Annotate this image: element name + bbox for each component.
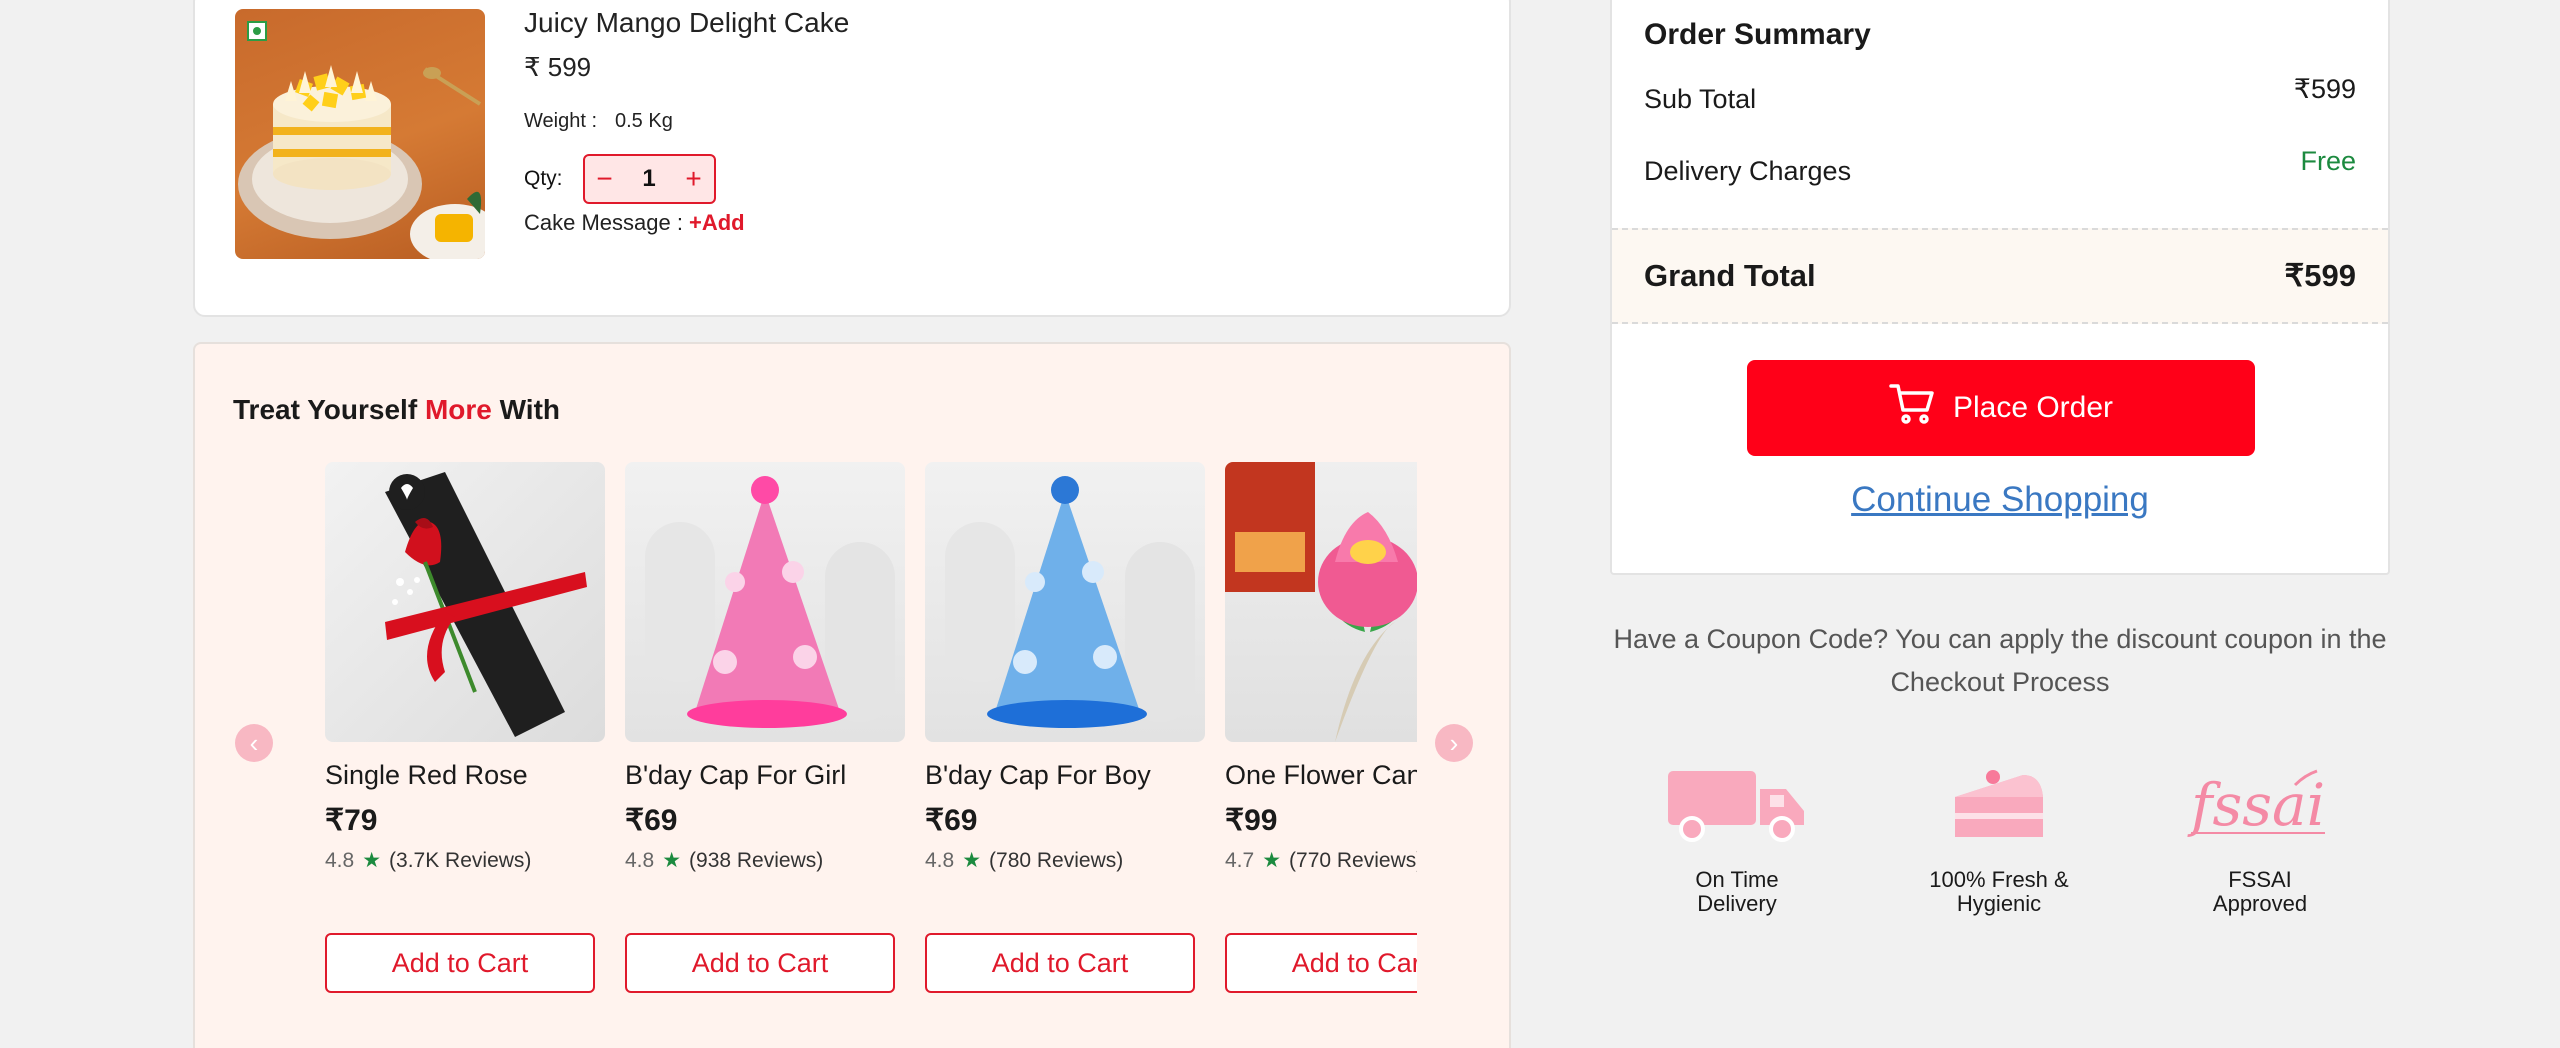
weight-value: 0.5 Kg [615, 110, 673, 132]
product-name[interactable]: B'day Cap For Boy [925, 760, 1205, 791]
add-to-cart-button[interactable]: Add to Cart [325, 933, 595, 993]
cart-icon [1889, 382, 1935, 434]
cart-item-price: ₹ 599 [524, 52, 592, 82]
weight-label: Weight : [524, 110, 597, 132]
add-to-cart-button[interactable]: Add to Cart [1225, 933, 1417, 993]
review-count: (3.7K Reviews) [389, 849, 532, 872]
delivery-value: Free [2300, 146, 2356, 176]
treat-title-suffix: With [499, 394, 561, 425]
cart-item-weight: Weight : 0.5 Kg [524, 110, 673, 133]
product-name[interactable]: One Flower Candle [1225, 760, 1417, 791]
product-price: ₹69 [925, 804, 978, 837]
cake-message-add-link[interactable]: +Add [689, 210, 745, 235]
rating-value: 4.8 [325, 849, 355, 872]
product-price: ₹99 [1225, 804, 1278, 837]
cake-slice-icon [1899, 760, 2099, 850]
delivery-label: Delivery Charges [1644, 156, 1852, 186]
product-card[interactable]: B'day Cap For Girl ₹69 4.8 ★ (938 Reviews)… [625, 462, 905, 993]
rating-value: 4.8 [625, 849, 655, 872]
cake-message-row: Cake Message : +Add [524, 210, 745, 236]
cart-item-card: Juicy Mango Delight Cake ₹ 599 Weight : 0… [193, 0, 1511, 317]
quantity-stepper: − 1 + [582, 154, 716, 204]
product-price: ₹69 [625, 804, 678, 837]
place-order-label: Place Order [1952, 391, 2114, 424]
product-image-cap-boy[interactable] [925, 462, 1205, 742]
order-summary-card: Order Summary Sub Total ₹599 Delivery Ch… [1610, 0, 2390, 575]
star-icon: ★ [1262, 849, 1282, 872]
cart-item-title[interactable]: Juicy Mango Delight Cake [524, 7, 849, 39]
feature-fssai: fssai FSSAI Approved [2160, 760, 2360, 916]
carousel-prev-button[interactable]: ‹ [235, 724, 273, 762]
qty-increment-button[interactable]: + [674, 156, 714, 202]
cake-image[interactable] [235, 9, 485, 259]
product-carousel: Single Red Rose ₹79 4.8 ★ (3.7K Reviews) A… [295, 462, 1417, 1022]
review-count: (770 Reviews) [1289, 849, 1417, 872]
subtotal-label: Sub Total [1644, 84, 1757, 114]
feature-fresh-line2: Hygienic [1956, 891, 2042, 916]
product-rating: 4.7 ★ (770 Reviews) [1225, 848, 1417, 873]
qty-label: Qty: [524, 167, 563, 190]
grand-total-value: ₹599 [2284, 258, 2356, 293]
product-image-cap-girl[interactable] [625, 462, 905, 742]
feature-fssai-line1: FSSAI [2228, 867, 2292, 892]
feature-delivery-line1: On Time [1695, 867, 1779, 892]
cake-message-label: Cake Message : [524, 210, 683, 235]
veg-mark-icon [247, 21, 267, 41]
coupon-info-text: Have a Coupon Code? You can apply the di… [1613, 624, 2387, 697]
product-rating: 4.8 ★ (3.7K Reviews) [325, 848, 605, 873]
quantity-row: Qty: − 1 + [524, 154, 716, 204]
truck-icon [1637, 760, 1837, 850]
add-to-cart-button[interactable]: Add to Cart [625, 933, 895, 993]
carousel-next-button[interactable]: › [1435, 724, 1473, 762]
review-count: (780 Reviews) [989, 849, 1124, 872]
star-icon: ★ [662, 849, 682, 872]
add-to-cart-button[interactable]: Add to Cart [925, 933, 1195, 993]
feature-fssai-line2: Approved [2212, 891, 2308, 916]
feature-fresh: 100% Fresh & Hygienic [1899, 760, 2099, 916]
product-rating: 4.8 ★ (780 Reviews) [925, 848, 1205, 873]
product-image-flower-candle[interactable] [1225, 462, 1417, 742]
place-order-button[interactable]: Place Order [1747, 360, 2255, 456]
rating-value: 4.7 [1225, 849, 1255, 872]
delivery-row: Delivery Charges Free [1644, 146, 2356, 187]
product-name[interactable]: B'day Cap For Girl [625, 760, 905, 791]
product-rating: 4.8 ★ (938 Reviews) [625, 848, 905, 873]
subtotal-value: ₹599 [2293, 74, 2356, 104]
star-icon: ★ [962, 849, 982, 872]
feature-delivery: On Time Delivery [1637, 760, 1837, 916]
product-card[interactable]: One Flower Candle ₹99 4.7★(770 Reviews) … [1225, 462, 1417, 993]
treat-section-title: Treat Yourself More With [233, 394, 560, 426]
product-card[interactable]: Single Red Rose ₹79 4.8 ★ (3.7K Reviews) A… [325, 462, 605, 993]
rating-value: 4.8 [925, 849, 955, 872]
grand-total-label: Grand Total [1644, 258, 1816, 293]
feature-delivery-line2: Delivery [1697, 891, 1777, 916]
product-name[interactable]: Single Red Rose [325, 760, 605, 791]
product-image-rose[interactable] [325, 462, 605, 742]
feature-fresh-line1: 100% Fresh & [1929, 867, 2069, 892]
qty-value: 1 [642, 165, 656, 192]
svg-text:fssai: fssai [2187, 771, 2325, 839]
treat-title-prefix: Treat Yourself [233, 394, 418, 425]
product-card[interactable]: B'day Cap For Boy ₹69 4.8 ★ (780 Reviews) … [925, 462, 1205, 993]
qty-decrement-button[interactable]: − [585, 156, 625, 202]
treat-title-accent: More [424, 394, 492, 425]
treat-yourself-section: Treat Yourself More With Single Red Rose… [193, 342, 1511, 1048]
fssai-logo: fssai [2160, 760, 2360, 850]
star-icon: ★ [362, 849, 382, 872]
grand-total-row: Grand Total ₹599 [1612, 228, 2388, 324]
continue-shopping-link[interactable]: Continue Shopping [1612, 480, 2388, 520]
review-count: (938 Reviews) [689, 849, 824, 872]
subtotal-row: Sub Total ₹599 [1644, 74, 2356, 115]
product-price: ₹79 [325, 804, 378, 837]
order-summary-title: Order Summary [1644, 18, 1871, 51]
